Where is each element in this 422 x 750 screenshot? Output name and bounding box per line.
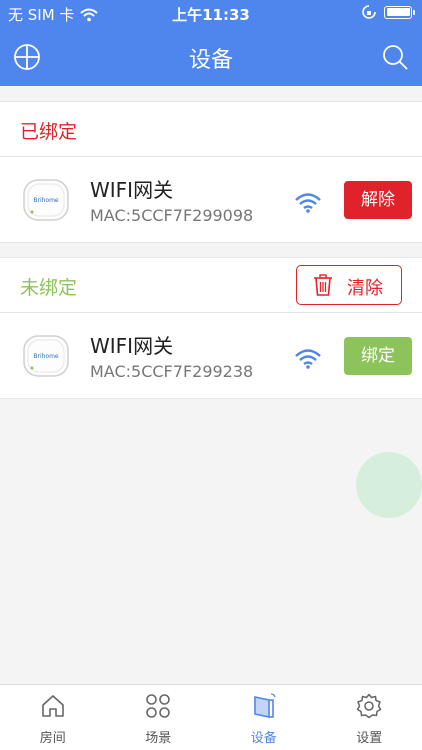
unbound-section-label: 未绑定 xyxy=(20,277,78,299)
unbound-section-header: 未绑定 清除 xyxy=(0,257,422,313)
gateway-device-icon: Brihome xyxy=(23,179,69,221)
status-bar: 无 SIM 卡 上午11:33 xyxy=(0,0,422,28)
tab-devices[interactable]: 设备 xyxy=(211,685,317,750)
orientation-lock-icon xyxy=(362,5,376,19)
trash-icon xyxy=(314,274,332,296)
unbind-button[interactable]: 解除 xyxy=(344,181,412,219)
wifi-signal-icon xyxy=(295,193,321,213)
bound-section-label: 已绑定 xyxy=(20,121,78,143)
gear-icon xyxy=(357,693,382,719)
floating-action-button[interactable] xyxy=(356,452,422,518)
page-title: 设备 xyxy=(188,48,233,73)
bound-section-header: 已绑定 xyxy=(0,101,422,157)
tab-bar: 房间 场景 设备 设置 xyxy=(0,684,422,750)
nav-bar: 设备 xyxy=(0,28,422,86)
unbound-device-row[interactable]: Brihome WIFI网关 MAC:5CCF7F299238 绑定 xyxy=(0,313,422,399)
device-name: WIFI网关 xyxy=(90,178,174,202)
tab-scenes[interactable]: 场景 xyxy=(106,685,212,750)
tab-label: 房间 xyxy=(39,731,66,746)
device-name: WIFI网关 xyxy=(90,334,174,358)
gateway-device-icon: Brihome xyxy=(23,335,69,377)
wifi-signal-icon xyxy=(295,349,321,369)
status-right xyxy=(362,5,415,19)
search-icon[interactable] xyxy=(380,42,410,72)
svg-text:Brihome: Brihome xyxy=(33,197,59,204)
grid-icon xyxy=(146,694,171,718)
svg-text:Brihome: Brihome xyxy=(33,353,59,360)
clear-button[interactable]: 清除 xyxy=(296,265,402,305)
tab-label: 场景 xyxy=(145,731,172,746)
bind-button[interactable]: 绑定 xyxy=(344,337,412,375)
status-time: 上午11:33 xyxy=(172,6,250,24)
bound-device-row[interactable]: Brihome WIFI网关 MAC:5CCF7F299098 解除 xyxy=(0,157,422,243)
battery-icon xyxy=(384,5,415,19)
tab-label: 设置 xyxy=(356,731,383,746)
tab-label: 设备 xyxy=(250,731,277,746)
tab-rooms[interactable]: 房间 xyxy=(0,685,106,750)
tab-settings[interactable]: 设置 xyxy=(317,685,422,750)
clear-button-label: 清除 xyxy=(347,278,383,299)
device-mac: MAC:5CCF7F299238 xyxy=(90,362,254,381)
home-icon xyxy=(41,695,64,717)
device-mac: MAC:5CCF7F299098 xyxy=(90,206,254,225)
device-icon xyxy=(253,693,276,718)
